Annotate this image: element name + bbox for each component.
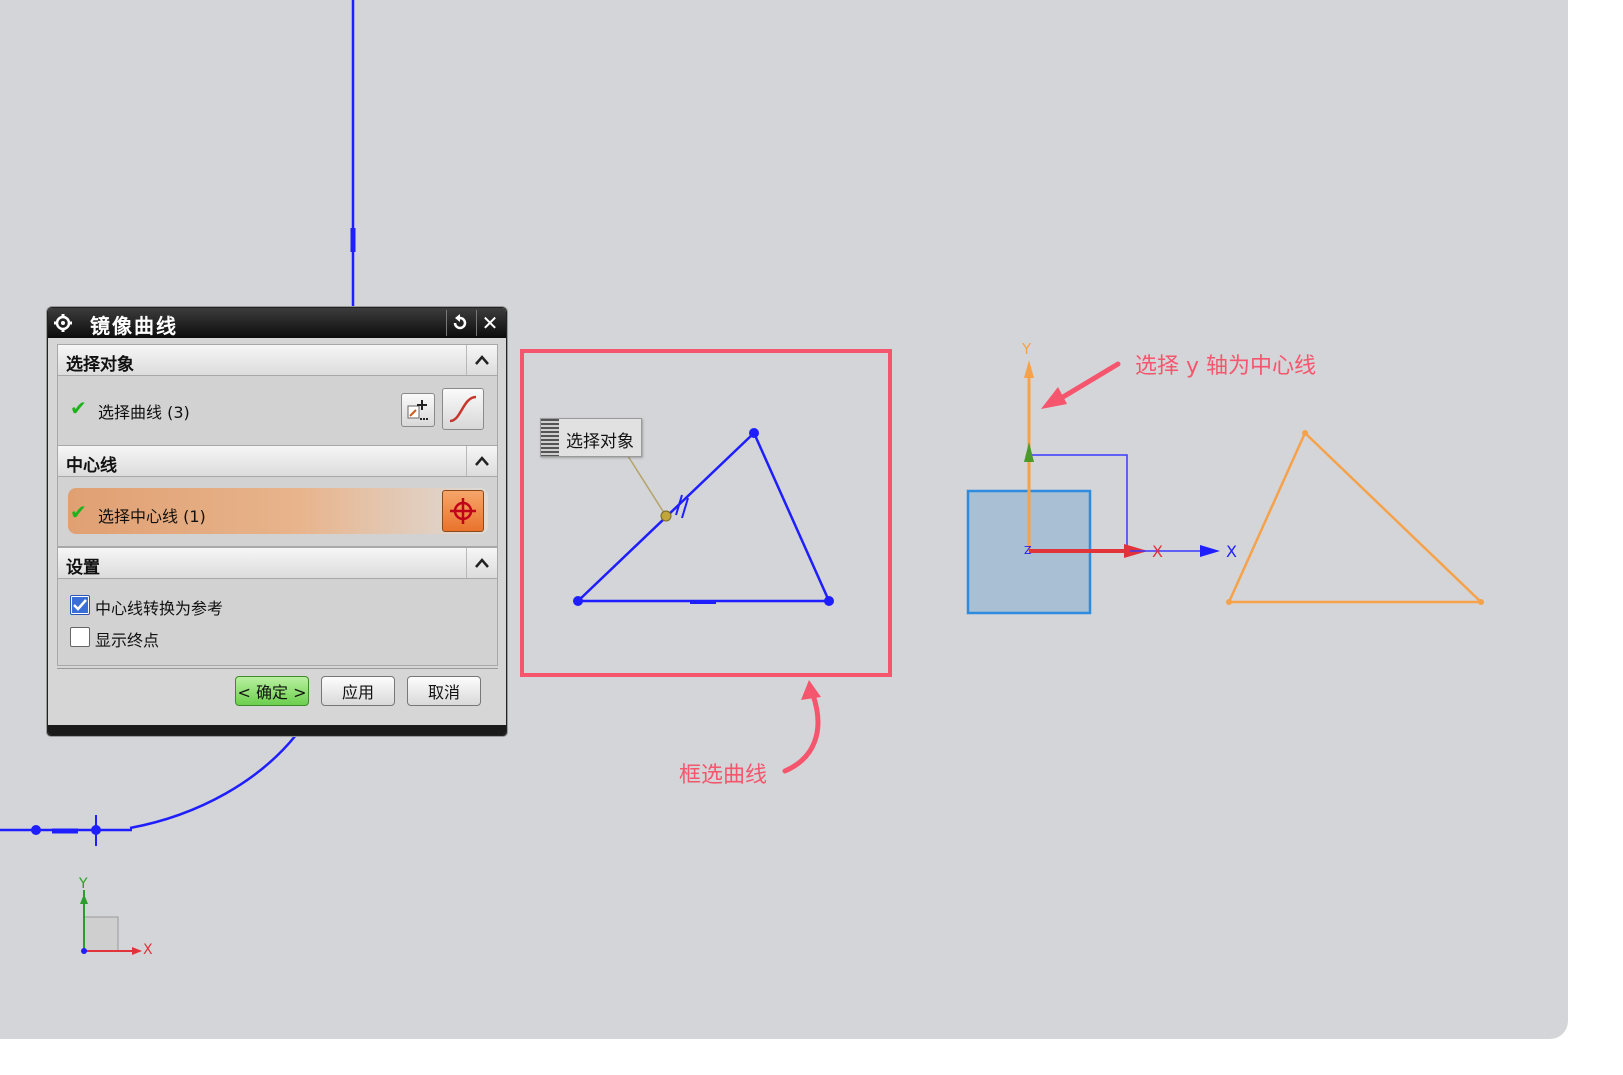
small-triad-y-arrow [80, 894, 88, 904]
annotation-arrowhead-y [1041, 387, 1067, 409]
show-endpoints-checkbox[interactable] [70, 627, 90, 647]
check-icon: ✔ [70, 396, 87, 420]
cancel-button[interactable]: 取消 [407, 676, 481, 706]
annotation-box-select: 框选曲线 [679, 763, 768, 788]
section-header[interactable]: 选择对象 [58, 345, 497, 376]
small-triad-x-label: X [143, 942, 153, 958]
datum-x-arrow-blue [1200, 545, 1220, 557]
annotation-select-y-axis: 选择 y 轴为中心线 [1135, 354, 1317, 379]
section-title: 中心线 [66, 456, 117, 476]
add-curve-icon [407, 400, 428, 420]
checkmark-icon [72, 597, 88, 613]
mirror-curve-dialog: 镜像曲线 ✕ 选择对象 ✔ 选择曲线 (3) 中心线 ✔ 选择中心线 (1) 设… [47, 307, 507, 736]
annotation-arrowhead-box [801, 680, 821, 700]
datum-y-label: Y [1022, 340, 1032, 358]
section-header[interactable]: 中心线 [58, 446, 497, 477]
gear-icon[interactable] [50, 310, 76, 336]
tooltip-text: 选择对象 [566, 432, 634, 452]
select-curve-label[interactable]: 选择曲线 (3) [98, 399, 190, 423]
small-triad-plane [83, 916, 119, 952]
apply-button[interactable]: 应用 [321, 676, 395, 706]
show-endpoints-label[interactable]: 显示终点 [95, 627, 159, 651]
section-centerline: 中心线 ✔ 选择中心线 (1) [57, 445, 498, 547]
crosshair-icon [450, 498, 476, 524]
section-title: 选择对象 [66, 355, 134, 375]
curve-endpoint[interactable] [31, 825, 41, 835]
chevron-up-icon[interactable] [466, 446, 497, 476]
arc-curve[interactable] [129, 734, 297, 830]
chevron-up-icon[interactable] [466, 345, 497, 375]
footer-divider [57, 668, 498, 669]
centerline-to-reference-checkbox[interactable] [70, 595, 90, 615]
mirrored-vertex [1226, 599, 1232, 605]
centerline-to-reference-label[interactable]: 中心线转换为参考 [95, 595, 223, 619]
datum-x2-label: X [1226, 542, 1237, 561]
small-triad-y-label: Y [79, 876, 88, 892]
small-triad-x-arrow [132, 947, 142, 955]
datum-y-arrow [1024, 360, 1034, 378]
select-centerline-label[interactable]: 选择中心线 (1) [98, 503, 206, 527]
annotation-arrow-box [782, 692, 821, 774]
graphics-window[interactable]: Y X Y X X Z 选择对象 框选曲线 选择 y 轴为中心线 镜像曲线 ✕ … [0, 0, 1568, 1039]
dialog-title: 镜像曲线 [90, 314, 178, 338]
ok-button[interactable]: < 确定 > [235, 676, 309, 706]
section-header[interactable]: 设置 [58, 548, 497, 579]
tooltip-leader-dot [660, 510, 672, 522]
add-curve-button[interactable] [401, 393, 435, 427]
curve-icon [449, 395, 477, 423]
section-title: 设置 [66, 558, 100, 578]
centerline-select-button[interactable] [442, 490, 484, 532]
check-icon: ✔ [70, 500, 87, 524]
section-select-objects: 选择对象 ✔ 选择曲线 (3) [57, 344, 498, 446]
datum-z-label: Z [1024, 544, 1032, 557]
triangle-side-right[interactable] [752, 432, 831, 602]
triangle-vertex[interactable] [573, 596, 583, 606]
dialog-titlebar[interactable]: 镜像曲线 ✕ [48, 308, 506, 338]
triangle-vertex[interactable] [749, 428, 759, 438]
selection-tooltip: 选择对象 [540, 418, 642, 457]
mirrored-vertex [1302, 430, 1308, 436]
dialog-bottom-bar [48, 725, 506, 735]
reset-icon[interactable] [446, 310, 473, 336]
selection-box [520, 349, 892, 677]
chevron-up-icon[interactable] [466, 548, 497, 578]
tooltip-leader [627, 455, 667, 517]
datum-x-label: X [1152, 542, 1163, 561]
section-settings: 设置 中心线转换为参考 显示终点 [57, 547, 498, 666]
curve-select-button[interactable] [442, 388, 484, 430]
mirrored-triangle [1227, 430, 1485, 604]
annotation-arrow-y [1055, 361, 1121, 403]
close-icon[interactable]: ✕ [476, 310, 503, 336]
triangle-vertex[interactable] [824, 596, 834, 606]
datum-y-arrow-green [1024, 442, 1034, 462]
tooltip-grip-icon [541, 419, 559, 456]
small-triad-origin [81, 948, 87, 954]
mirrored-vertex [1478, 599, 1484, 605]
